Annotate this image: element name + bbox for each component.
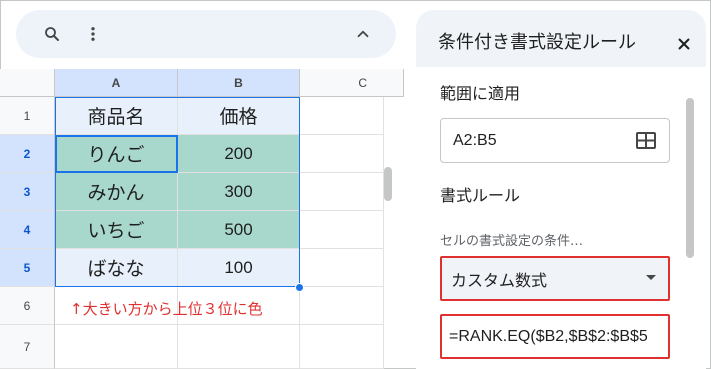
cell-c5[interactable]: [300, 249, 384, 287]
cell-c2[interactable]: [300, 135, 384, 173]
cell-a1[interactable]: 商品名: [55, 97, 178, 135]
range-label: 範囲に適用: [440, 84, 521, 103]
cell-b7[interactable]: [178, 325, 300, 369]
close-icon: [678, 38, 690, 50]
toolbar: [16, 10, 396, 58]
row-header-3[interactable]: 3: [0, 173, 55, 211]
panel-body: 範囲に適用 A2:B5 書式ルール セルの書式設定の条件… カスタム数式 =RA…: [416, 67, 706, 369]
row-header-5[interactable]: 5: [0, 249, 55, 287]
cell-a2[interactable]: りんご: [55, 135, 178, 173]
row-header-4[interactable]: 4: [0, 211, 55, 249]
cell-c4[interactable]: [300, 211, 384, 249]
cell-c6[interactable]: [300, 287, 384, 325]
chevron-up-icon: [357, 30, 369, 38]
cell-a3[interactable]: みかん: [55, 173, 178, 211]
column-header-b[interactable]: B: [178, 69, 300, 97]
spreadsheet-grid: A B C 1 2 3 4 5 6 7 商品名 価格 りんご 200 みかん 3…: [0, 69, 404, 369]
cell-c7[interactable]: [300, 325, 384, 369]
panel-scrollbar[interactable]: [686, 98, 694, 258]
panel-title: 条件付き書式設定ルール: [438, 32, 636, 53]
more-options-button[interactable]: [77, 18, 109, 50]
custom-formula-input[interactable]: =RANK.EQ($B2,$B$2:$B$5: [440, 314, 670, 359]
cell-b5[interactable]: 100: [178, 249, 300, 287]
search-button[interactable]: [36, 18, 68, 50]
condition-value: カスタム数式: [451, 270, 548, 290]
range-value: A2:B5: [453, 131, 497, 149]
dropdown-arrow-icon: [646, 275, 656, 280]
range-input[interactable]: A2:B5: [440, 118, 670, 163]
column-header-c[interactable]: C: [300, 69, 404, 97]
row-header-1[interactable]: 1: [0, 97, 55, 135]
more-vert-icon: [91, 27, 95, 41]
row-header-6[interactable]: 6: [0, 287, 55, 325]
annotation-text: ↑大きい方から上位３位に色: [70, 300, 263, 318]
formula-value: =RANK.EQ($B2,$B$2:$B$5: [449, 327, 648, 345]
column-header-a[interactable]: A: [55, 69, 178, 97]
cell-b1[interactable]: 価格: [178, 97, 300, 135]
cell-c3[interactable]: [300, 173, 384, 211]
cell-a4[interactable]: いちご: [55, 211, 178, 249]
cell-b4[interactable]: 500: [178, 211, 300, 249]
cell-b3[interactable]: 300: [178, 173, 300, 211]
cell-a5[interactable]: ばなな: [55, 249, 178, 287]
grid-select-icon[interactable]: [636, 132, 656, 149]
search-icon: [45, 27, 59, 41]
condition-dropdown[interactable]: カスタム数式: [440, 256, 670, 301]
row-header-7[interactable]: 7: [0, 325, 55, 369]
condition-label: セルの書式設定の条件…: [440, 234, 584, 249]
select-all-corner[interactable]: [0, 69, 55, 97]
close-panel-button[interactable]: [672, 32, 696, 56]
cell-b2[interactable]: 200: [178, 135, 300, 173]
collapse-toolbar-button[interactable]: [347, 18, 379, 50]
cell-c1[interactable]: [300, 97, 384, 135]
conditional-format-panel: 条件付き書式設定ルール 範囲に適用 A2:B5 書式ルール セルの書式設定の条件…: [416, 10, 706, 369]
row-header-2[interactable]: 2: [0, 135, 55, 173]
cell-a7[interactable]: [55, 325, 178, 369]
format-rules-heading: 書式ルール: [440, 186, 521, 205]
grid-scrollbar[interactable]: [384, 167, 392, 201]
fill-handle[interactable]: [295, 283, 304, 292]
